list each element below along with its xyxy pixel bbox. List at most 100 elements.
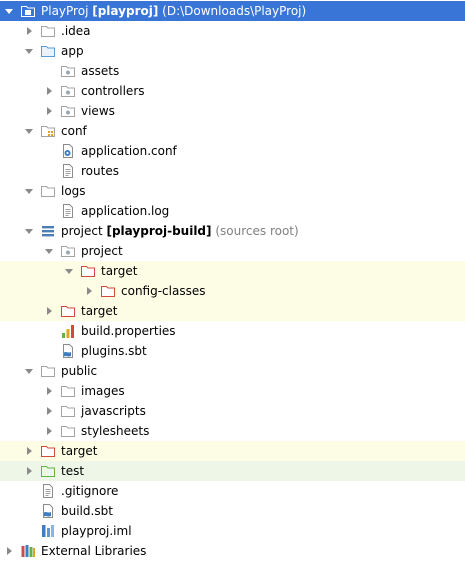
chevron-right-icon[interactable] — [43, 101, 55, 121]
folder-icon — [60, 403, 76, 419]
tree-node-app[interactable]: app — [0, 41, 465, 61]
tree-node-logs[interactable]: logs — [0, 181, 465, 201]
package-icon — [60, 63, 76, 79]
node-name: build.properties — [81, 324, 176, 338]
chevron-down-icon[interactable] — [23, 221, 35, 241]
node-name: project — [61, 224, 103, 238]
node-name: target — [81, 304, 118, 318]
chevron-right-icon[interactable] — [43, 401, 55, 421]
node-name: External Libraries — [41, 544, 147, 558]
tree-node-label: javascripts — [81, 401, 146, 421]
tree-node-label: public — [61, 361, 97, 381]
project-tree[interactable]: PlayProj [playproj] (D:\Downloads\PlayPr… — [0, 0, 465, 562]
tree-node-stylesheets[interactable]: stylesheets — [0, 421, 465, 441]
node-name: application.conf — [81, 144, 177, 158]
tree-node-label: application.conf — [81, 141, 177, 161]
excluded-folder-icon — [80, 263, 96, 279]
chevron-right-icon[interactable] — [43, 81, 55, 101]
node-name: assets — [81, 64, 120, 78]
node-name: javascripts — [81, 404, 146, 418]
node-name: plugins.sbt — [81, 344, 147, 358]
node-name: .gitignore — [61, 484, 119, 498]
tree-node-target[interactable]: target — [0, 261, 465, 281]
chevron-right-icon[interactable] — [3, 541, 15, 561]
text-file-icon — [40, 483, 56, 499]
tree-node-label: target — [61, 441, 98, 461]
tree-node-javascripts[interactable]: javascripts — [0, 401, 465, 421]
chevron-down-icon[interactable] — [43, 241, 55, 261]
tree-node-gitignore[interactable]: .gitignore — [0, 481, 465, 501]
chevron-right-icon[interactable] — [43, 421, 55, 441]
chevron-down-icon[interactable] — [23, 181, 35, 201]
chevron-down-icon[interactable] — [63, 261, 75, 281]
tree-node-config-classes[interactable]: config-classes — [0, 281, 465, 301]
chevron-down-icon[interactable] — [3, 1, 15, 21]
node-name: build.sbt — [61, 504, 113, 518]
tree-node-target[interactable]: target — [0, 441, 465, 461]
node-path: (D:\Downloads\PlayProj) — [162, 4, 307, 18]
tree-node-plugins-sbt[interactable]: plugins.sbt — [0, 341, 465, 361]
tree-node-assets[interactable]: assets — [0, 61, 465, 81]
sbt-file-icon — [40, 503, 56, 519]
chevron-right-icon[interactable] — [43, 301, 55, 321]
tree-node-label: build.properties — [81, 321, 176, 341]
chevron-down-icon[interactable] — [23, 121, 35, 141]
tree-node-application-log[interactable]: application.log — [0, 201, 465, 221]
folder-icon — [40, 23, 56, 39]
package-icon — [60, 243, 76, 259]
tree-node-label: views — [81, 101, 115, 121]
tree-node-label: target — [81, 301, 118, 321]
source-folder-icon — [40, 43, 56, 59]
tree-node-controllers[interactable]: controllers — [0, 81, 465, 101]
tree-node-target[interactable]: target — [0, 301, 465, 321]
chevron-right-icon[interactable] — [83, 281, 95, 301]
tree-node-project[interactable]: project — [0, 241, 465, 261]
tree-node-external-libraries[interactable]: External Libraries — [0, 541, 465, 561]
sbt-file-icon — [60, 343, 76, 359]
chevron-down-icon[interactable] — [23, 41, 35, 61]
tree-node-label: PlayProj [playproj] (D:\Downloads\PlayPr… — [41, 1, 306, 21]
tree-node-label: target — [101, 261, 138, 281]
tree-node-routes[interactable]: routes — [0, 161, 465, 181]
tree-node-playproj[interactable]: PlayProj [playproj] (D:\Downloads\PlayPr… — [0, 1, 465, 21]
folder-icon — [40, 183, 56, 199]
chevron-right-icon[interactable] — [23, 461, 35, 481]
node-name: app — [61, 44, 84, 58]
tree-node-label: application.log — [81, 201, 169, 221]
tree-node-build-properties[interactable]: build.properties — [0, 321, 465, 341]
tree-node-build-sbt[interactable]: build.sbt — [0, 501, 465, 521]
node-name: config-classes — [121, 284, 206, 298]
module-folder-icon — [20, 3, 36, 19]
chevron-right-icon[interactable] — [43, 381, 55, 401]
tree-node-public[interactable]: public — [0, 361, 465, 381]
package-icon — [60, 83, 76, 99]
tree-node-idea[interactable]: .idea — [0, 21, 465, 41]
node-name: .idea — [61, 24, 91, 38]
tree-node-playproj-iml[interactable]: playproj.iml — [0, 521, 465, 541]
tree-node-label: test — [61, 461, 84, 481]
tree-node-label: conf — [61, 121, 87, 141]
module-name: [playproj-build] — [106, 224, 212, 238]
tree-node-views[interactable]: views — [0, 101, 465, 121]
tree-node-label: .gitignore — [61, 481, 118, 501]
tree-node-conf[interactable]: conf — [0, 121, 465, 141]
chevron-right-icon[interactable] — [23, 441, 35, 461]
tree-node-label: plugins.sbt — [81, 341, 147, 361]
tree-node-test[interactable]: test — [0, 461, 465, 481]
tree-node-label: project — [81, 241, 123, 261]
node-name: stylesheets — [81, 424, 150, 438]
tree-node-label: assets — [81, 61, 119, 81]
tree-node-images[interactable]: images — [0, 381, 465, 401]
tree-node-application-conf[interactable]: application.conf — [0, 141, 465, 161]
tree-node-label: stylesheets — [81, 421, 149, 441]
chevron-right-icon[interactable] — [23, 21, 35, 41]
module-name: [playproj] — [92, 4, 159, 18]
node-name: playproj.iml — [61, 524, 132, 538]
tree-node-label: routes — [81, 161, 119, 181]
node-name: public — [61, 364, 98, 378]
node-name: target — [61, 444, 98, 458]
tree-node-project[interactable]: project [playproj-build] (sources root) — [0, 221, 465, 241]
tree-node-label: app — [61, 41, 84, 61]
excluded-folder-icon — [100, 283, 116, 299]
chevron-down-icon[interactable] — [23, 361, 35, 381]
